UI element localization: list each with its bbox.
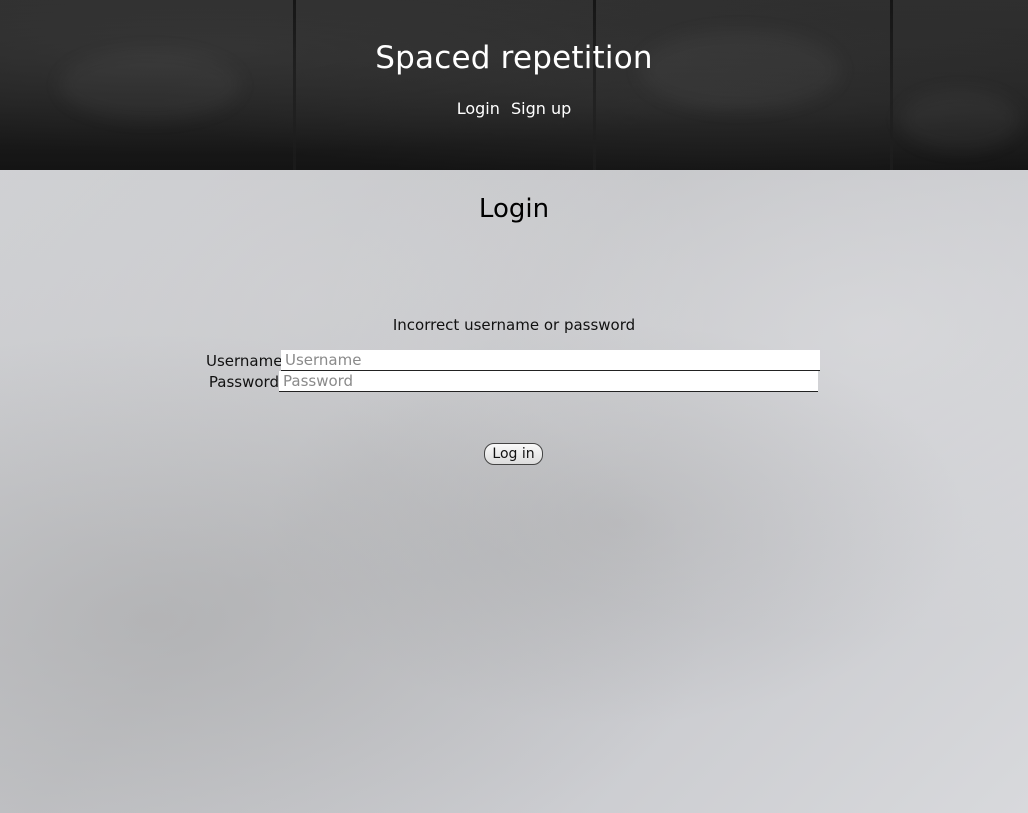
password-row: Password (206, 371, 818, 392)
login-error-message: Incorrect username or password (392, 316, 636, 334)
username-row: Username (206, 350, 820, 371)
nav-signup-link[interactable]: Sign up (511, 99, 571, 118)
login-button[interactable]: Log in (484, 443, 543, 465)
main-nav: Login Sign up (0, 99, 1028, 118)
nav-login-link[interactable]: Login (457, 99, 500, 118)
password-input[interactable] (279, 371, 818, 392)
site-title: Spaced repetition (375, 40, 653, 76)
main-content: Login Incorrect username or password Use… (0, 170, 1028, 813)
header-texture-seam (593, 0, 596, 170)
site-header: Spaced repetition Login Sign up (0, 0, 1028, 170)
page-title: Login (478, 194, 550, 224)
username-label: Username (206, 351, 283, 370)
header-texture-seam (890, 0, 893, 170)
username-input[interactable] (281, 350, 820, 371)
header-texture-seam (293, 0, 296, 170)
password-label: Password (208, 372, 279, 391)
